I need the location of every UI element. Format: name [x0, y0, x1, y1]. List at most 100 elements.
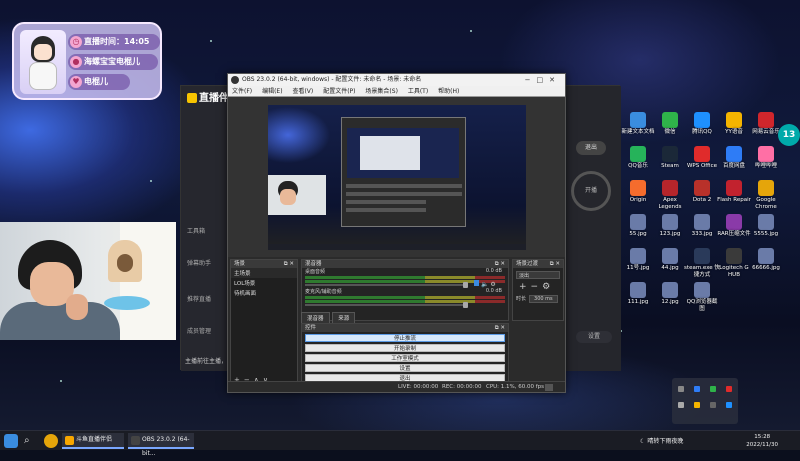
- desktop-icon[interactable]: 5555.jpg: [748, 214, 784, 238]
- settings-button[interactable]: 设置: [305, 364, 505, 372]
- desktop-icon-glyph: [694, 282, 710, 298]
- zhibo-side-item[interactable]: 弹幕助手: [187, 258, 211, 267]
- tray-icon[interactable]: [694, 402, 700, 408]
- clock-icon: ◷: [70, 36, 82, 48]
- webcam-stool: [104, 296, 150, 310]
- tray-icon[interactable]: [710, 402, 716, 408]
- volume-slider[interactable]: [305, 282, 468, 288]
- desktop-icon[interactable]: Origin: [620, 180, 656, 204]
- desktop-icon[interactable]: Logitech G HUB: [716, 248, 752, 279]
- slider-knob[interactable]: [463, 302, 468, 308]
- desktop-icon-label: QQ浏览器截图: [686, 299, 718, 312]
- tray-icon[interactable]: [726, 386, 732, 392]
- tray-icon[interactable]: [678, 386, 684, 392]
- desktop-icon[interactable]: Steam: [652, 146, 688, 170]
- desktop-icon[interactable]: Apex Legends: [652, 180, 688, 211]
- window-controls[interactable]: −□✕: [525, 74, 561, 86]
- desktop-icon[interactable]: 哔哩哔哩: [748, 146, 784, 170]
- desktop-icon-label: 44.jpg: [661, 265, 679, 271]
- speaker-icon[interactable]: 🔈: [481, 281, 488, 288]
- desktop-icon-glyph: [630, 214, 646, 230]
- scene-item[interactable]: 主场景: [231, 268, 297, 278]
- webcam-person-body: [0, 302, 120, 340]
- zhibo-side-item[interactable]: 成员管理: [187, 326, 211, 335]
- desktop-icon[interactable]: 123.jpg: [652, 214, 688, 238]
- desktop-icon[interactable]: QQ浏览器截图: [684, 282, 720, 313]
- avatar-body: [29, 62, 57, 90]
- scene-item[interactable]: 待机画面: [231, 288, 297, 298]
- desktop-icon[interactable]: 百度网盘: [716, 146, 752, 170]
- obs-menubar: 文件(F) 编辑(E) 查看(V) 配置文件(P) 场景集合(S) 工具(T) …: [228, 86, 565, 97]
- menu-help[interactable]: 帮助(H): [438, 88, 459, 95]
- stop-streaming-button[interactable]: 停止推流: [305, 334, 505, 342]
- zhibo-side-item[interactable]: 工具箱: [187, 226, 205, 235]
- desktop-icon[interactable]: 333.jpg: [684, 214, 720, 238]
- overlay-text-2: 海螺宝宝电棍儿: [84, 57, 140, 66]
- desktop-icon[interactable]: Google Chrome: [748, 180, 784, 211]
- nested-obs-window: [341, 117, 466, 227]
- obs-title: OBS 23.0.2 (64-bit, windows) - 配置文件: 未命名…: [242, 76, 422, 83]
- obs-titlebar[interactable]: OBS 23.0.2 (64-bit, windows) - 配置文件: 未命名…: [228, 74, 565, 86]
- desktop-icon[interactable]: 12.jpg: [652, 282, 688, 306]
- obs-statusbar: LIVE: 00:00:00 REC: 00:00:00 CPU: 1.1%, …: [228, 381, 565, 392]
- desktop-icon[interactable]: WPS Office: [684, 146, 720, 170]
- zhibo-exit-button[interactable]: 退出: [576, 141, 606, 155]
- menu-scene-collection[interactable]: 场景集合(S): [365, 88, 398, 95]
- obs-preview[interactable]: [228, 97, 565, 257]
- transition-add-remove[interactable]: +−⚙: [519, 282, 563, 292]
- desktop-icon[interactable]: QQ音乐: [620, 146, 656, 170]
- clock-date: 2022/11/30: [746, 442, 778, 448]
- taskbar-task-zhibo[interactable]: 斗鱼直播伴侣: [62, 433, 124, 449]
- system-clock[interactable]: 15:28 2022/11/30: [746, 433, 778, 449]
- tray-overflow-popup[interactable]: [672, 378, 738, 424]
- desktop-icon[interactable]: 新建文本文档: [620, 112, 656, 136]
- search-icon[interactable]: ⌕: [24, 434, 38, 448]
- taskbar-task-obs[interactable]: OBS 23.0.2 (64-bit...: [128, 433, 194, 457]
- menu-view[interactable]: 查看(V): [292, 88, 313, 95]
- overlay-row-3: ♥ 电棍儿: [68, 74, 130, 90]
- desktop-icon[interactable]: 111.jpg: [620, 282, 656, 306]
- zhibo-settings-button[interactable]: 设置: [576, 331, 612, 343]
- desktop-icon[interactable]: 11号.jpg: [620, 248, 656, 272]
- desktop-icon[interactable]: RAR压缩文件: [716, 214, 752, 238]
- menu-profile[interactable]: 配置文件(P): [323, 88, 355, 95]
- desktop-icon[interactable]: 55.jpg: [620, 214, 656, 238]
- audio-meter: [305, 300, 505, 303]
- menu-edit[interactable]: 编辑(E): [262, 88, 282, 95]
- scene-item[interactable]: LOL场景: [231, 278, 297, 288]
- desktop-icon-glyph: [630, 112, 646, 128]
- transition-title: 场景过渡 ⧉ ✕: [513, 260, 563, 268]
- menu-file[interactable]: 文件(F): [232, 88, 252, 95]
- menu-tools[interactable]: 工具(T): [408, 88, 428, 95]
- tray-icon[interactable]: [726, 402, 732, 408]
- desktop-icon[interactable]: 微信: [652, 112, 688, 136]
- zhibo-start-live-button[interactable]: 开播: [571, 171, 611, 211]
- volume-slider[interactable]: [305, 302, 468, 308]
- windows-start-icon[interactable]: [4, 434, 18, 448]
- transition-select[interactable]: 淡出: [516, 271, 560, 279]
- star: [150, 180, 152, 182]
- desktop-icon[interactable]: Flash Repair: [716, 180, 752, 204]
- chrome-icon[interactable]: [44, 434, 58, 448]
- desktop-icon[interactable]: 腾讯QQ: [684, 112, 720, 136]
- desktop-icon[interactable]: Dota 2: [684, 180, 720, 204]
- zhibo-side-item[interactable]: 推荐直播: [187, 294, 211, 303]
- duration-field[interactable]: 时长 300 ms: [516, 295, 560, 303]
- studio-mode-button[interactable]: 工作室模式: [305, 354, 505, 362]
- tray-icon[interactable]: [710, 386, 716, 392]
- desktop-icon[interactable]: YY语音: [716, 112, 752, 136]
- weather-widget[interactable]: ☾ 晴转下雨夜晚: [640, 436, 683, 445]
- desktop-icon-glyph: [694, 248, 710, 264]
- tray-icon[interactable]: [694, 386, 700, 392]
- tray-icon[interactable]: [678, 402, 684, 408]
- notification-badge[interactable]: 13: [778, 124, 800, 146]
- gear-icon[interactable]: ⚙: [490, 281, 495, 288]
- desktop-icon[interactable]: 44.jpg: [652, 248, 688, 272]
- desktop-icon-label: 333.jpg: [691, 231, 713, 237]
- mixer-icons[interactable]: 🔈 ⚙: [474, 280, 496, 288]
- obs-window[interactable]: OBS 23.0.2 (64-bit, windows) - 配置文件: 未命名…: [227, 73, 566, 393]
- desktop-icon[interactable]: 66666.jpg: [748, 248, 784, 272]
- desktop-icon[interactable]: steam.exe 快捷方式: [684, 248, 720, 279]
- desktop-icon-label: 11号.jpg: [626, 265, 650, 271]
- start-recording-button[interactable]: 开始录制: [305, 344, 505, 352]
